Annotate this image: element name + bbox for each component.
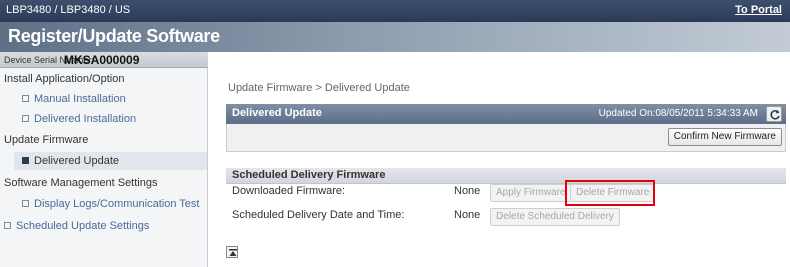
scheduled-date-value: None <box>454 209 481 221</box>
bullet-icon <box>4 222 11 229</box>
scheduled-date-label: Scheduled Delivery Date and Time: <box>232 209 405 221</box>
sidebar-item-manual-installation[interactable]: Manual Installation <box>14 90 208 108</box>
sidebar-item-label: Scheduled Update Settings <box>16 220 150 232</box>
serial-number: MKSA000009 <box>64 53 140 67</box>
updated-on-text: Updated On:08/05/2011 5:34:33 AM <box>598 108 758 119</box>
scheduled-delivery-header: Scheduled Delivery Firmware <box>226 168 786 184</box>
sidebar-section-software-management[interactable]: Software Management Settings <box>4 174 157 192</box>
sidebar-item-delivered-installation[interactable]: Delivered Installation <box>14 110 208 128</box>
delivered-update-header: Delivered Update Updated On:08/05/2011 5… <box>226 104 786 124</box>
sidebar-section-install[interactable]: Install Application/Option <box>4 70 124 88</box>
sidebar-item-label: Delivered Update <box>34 155 119 167</box>
sidebar-section-update-firmware[interactable]: Update Firmware <box>4 131 88 149</box>
refresh-icon[interactable] <box>766 106 782 122</box>
scheduled-title: Scheduled Delivery Firmware <box>232 169 386 181</box>
page-title: Register/Update Software <box>8 26 220 46</box>
downloaded-firmware-label: Downloaded Firmware: <box>232 185 346 197</box>
bullet-icon <box>22 200 29 207</box>
main-content: Update Firmware > Delivered Update Deliv… <box>218 68 786 267</box>
sidebar-item-scheduled-update-settings[interactable]: Scheduled Update Settings <box>2 217 208 235</box>
delivered-update-body: Confirm New Firmware <box>226 124 786 152</box>
sidebar-item-display-logs[interactable]: Display Logs/Communication Test <box>14 195 208 213</box>
apply-firmware-button[interactable]: Apply Firmware <box>490 184 572 202</box>
delete-firmware-highlight <box>565 180 655 206</box>
delete-scheduled-delivery-button[interactable]: Delete Scheduled Delivery <box>490 208 620 226</box>
serial-bar: Device Serial Number: MKSA000009 <box>0 52 208 68</box>
title-bar: Register/Update Software <box>0 22 790 52</box>
breadcrumb: Update Firmware > Delivered Update <box>228 82 410 94</box>
to-portal-link[interactable]: To Portal <box>735 4 782 16</box>
downloaded-firmware-value: None <box>454 185 481 197</box>
sidebar-item-delivered-update[interactable]: Delivered Update <box>14 152 207 170</box>
sidebar-item-label: Manual Installation <box>34 93 126 105</box>
sidebar-item-label: Delivered Installation <box>34 113 137 125</box>
device-model: LBP3480 / LBP3480 / US <box>6 4 131 16</box>
top-bar: LBP3480 / LBP3480 / US To Portal <box>0 0 790 22</box>
sidebar: Install Application/Option Manual Instal… <box>0 68 208 267</box>
panel-title: Delivered Update <box>232 107 322 119</box>
sidebar-item-label: Display Logs/Communication Test <box>34 198 200 210</box>
confirm-new-firmware-button[interactable]: Confirm New Firmware <box>667 128 782 146</box>
scroll-top-icon[interactable] <box>226 246 238 258</box>
bullet-icon <box>22 115 29 122</box>
bullet-icon <box>22 95 29 102</box>
bullet-icon <box>22 157 29 164</box>
